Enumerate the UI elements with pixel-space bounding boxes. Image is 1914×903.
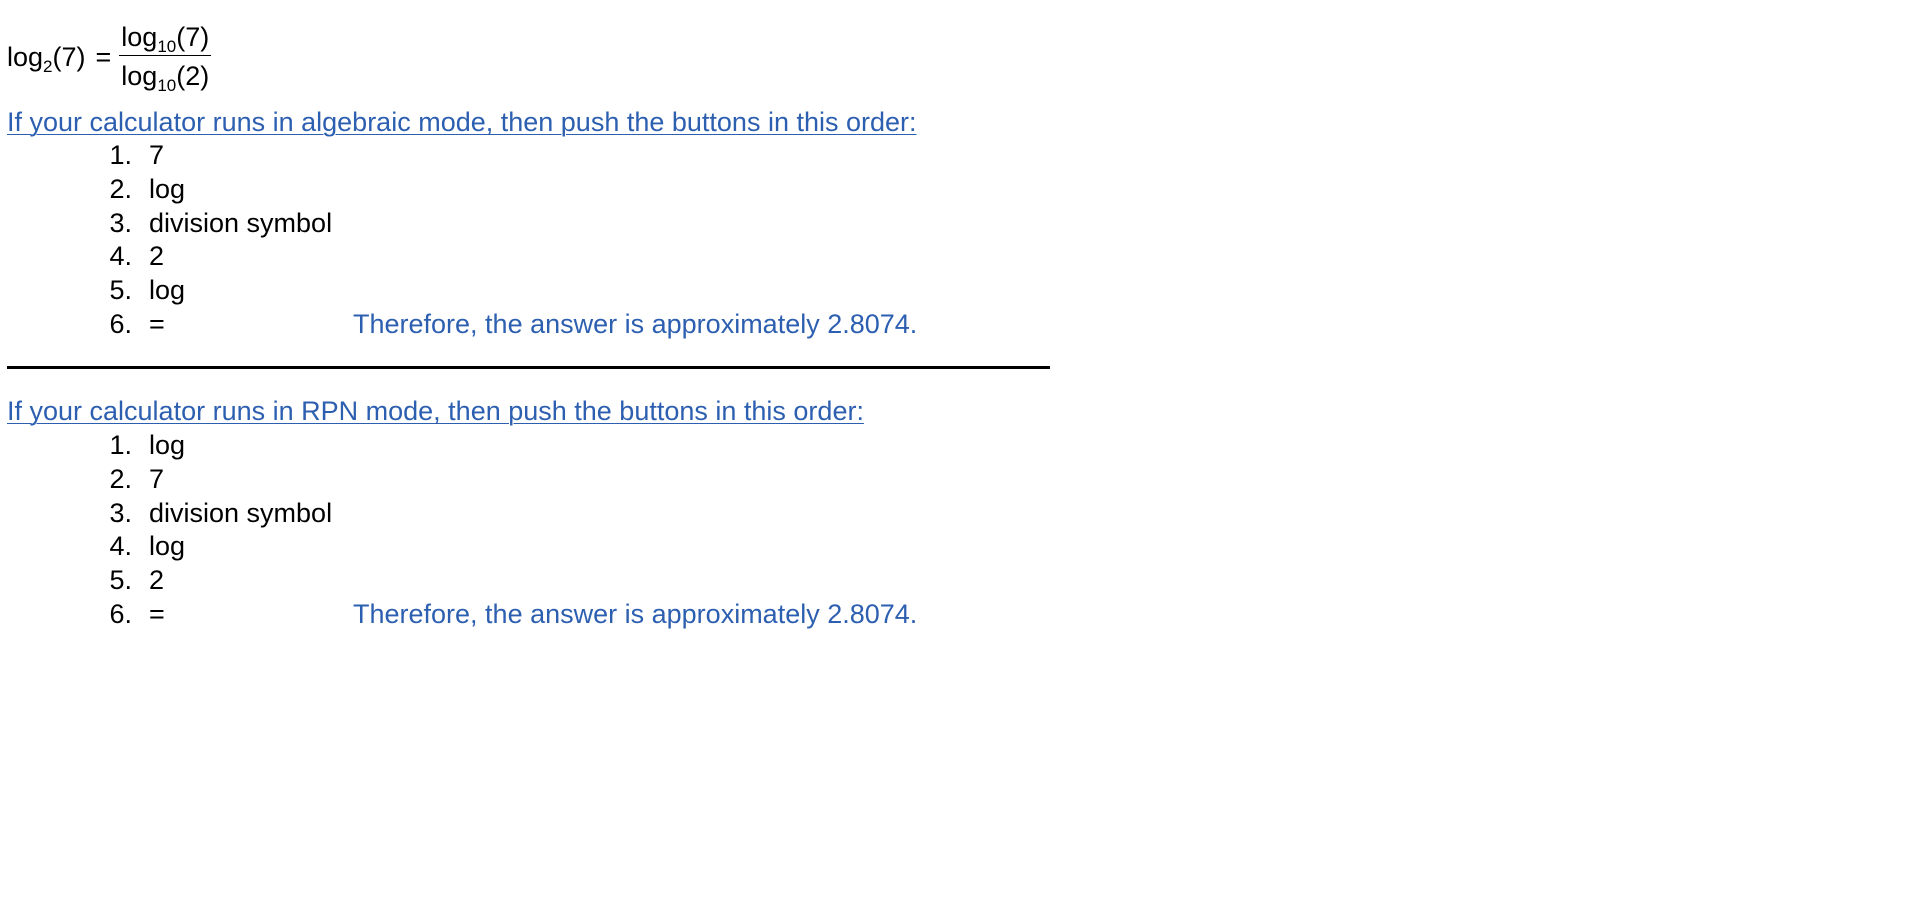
document-page: log2(7) = log10(7) log10(2) If your calc… <box>0 0 1914 903</box>
list-item: 6. = <box>100 598 332 632</box>
step-text: log <box>149 275 186 306</box>
step-number: 4. <box>109 531 132 562</box>
step-number: 2. <box>109 463 132 494</box>
num-log-base: 10 <box>157 37 177 56</box>
step-number: 2. <box>109 173 132 204</box>
rpn-answer: Therefore, the answer is approximately 2… <box>353 599 918 629</box>
num-log-fn: log <box>121 22 158 52</box>
change-of-base-formula: log2(7) = log10(7) log10(2) <box>7 22 212 95</box>
step-number: 1. <box>109 430 132 460</box>
formula-equals: = <box>95 41 112 72</box>
step-text: log <box>149 430 186 460</box>
step-number: 5. <box>109 565 132 596</box>
list-item: 6. = <box>100 308 332 342</box>
step-text: 7 <box>149 140 165 170</box>
list-item: 2. log <box>100 173 332 207</box>
step-number: 6. <box>109 598 132 629</box>
list-item: 3. division symbol <box>100 497 332 531</box>
step-number: 6. <box>109 308 132 339</box>
step-number: 5. <box>109 275 132 306</box>
lhs-log-fn: log <box>7 41 44 72</box>
rpn-steps-list: 1. log 2. 7 3. division symbol 4. log 5. 2 6.… <box>100 429 332 632</box>
step-number: 3. <box>109 497 132 528</box>
formula-fraction: log10(7) log10(2) <box>119 22 212 95</box>
list-item: 5. log <box>100 274 332 308</box>
fraction-numerator: log10(7) <box>119 22 211 56</box>
list-item: 3. division symbol <box>100 207 332 241</box>
list-item: 4. 2 <box>100 240 332 274</box>
list-item: 2. 7 <box>100 463 332 497</box>
list-item: 1. 7 <box>100 139 332 173</box>
section-divider <box>7 366 1050 369</box>
algebraic-answer: Therefore, the answer is approximately 2… <box>353 309 918 339</box>
step-text: = <box>149 598 165 629</box>
list-item: 5. 2 <box>100 564 332 598</box>
fraction-denominator: log10(2) <box>119 56 211 95</box>
step-text: 7 <box>149 463 165 494</box>
list-item: 4. log <box>100 530 332 564</box>
step-text: log <box>149 531 186 562</box>
step-number: 3. <box>109 207 132 238</box>
list-item: 1. log <box>100 429 332 463</box>
den-log-base: 10 <box>157 76 177 95</box>
algebraic-mode-heading-link[interactable]: If your calculator runs in algebraic mod… <box>7 107 917 138</box>
den-log-fn: log <box>121 61 158 91</box>
rpn-mode-heading-link[interactable]: If your calculator runs in RPN mode, the… <box>7 396 864 427</box>
step-number: 1. <box>109 140 132 170</box>
lhs-log: log2 <box>7 41 53 75</box>
num-log-arg: (7) <box>176 22 210 52</box>
lhs-log-base: 2 <box>43 56 53 76</box>
step-text: division symbol <box>149 497 333 528</box>
step-text: log <box>149 173 186 204</box>
step-text: = <box>149 308 165 339</box>
lhs-log-arg: (7) <box>52 41 86 72</box>
step-text: division symbol <box>149 207 333 238</box>
step-text: 2 <box>149 241 165 272</box>
algebraic-steps-list: 1. 7 2. log 3. division symbol 4. 2 5. log 6.… <box>100 139 332 342</box>
den-log-arg: (2) <box>176 61 210 91</box>
step-text: 2 <box>149 565 165 596</box>
step-number: 4. <box>109 241 132 272</box>
formula-lhs: log2(7) <box>7 41 86 75</box>
